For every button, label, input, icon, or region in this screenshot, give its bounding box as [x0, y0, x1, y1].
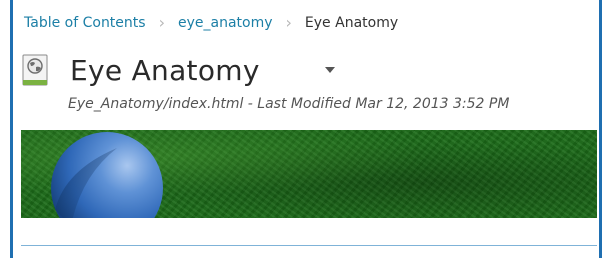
breadcrumb-current: Eye Anatomy — [304, 15, 399, 31]
frame-left-border — [10, 0, 13, 258]
eyeball-sphere-graphic — [51, 132, 163, 218]
breadcrumb-link-eye-anatomy[interactable]: eye_anatomy — [178, 15, 273, 31]
frame-right-border — [599, 0, 602, 258]
page-title: Eye Anatomy — [70, 53, 260, 87]
breadcrumb-separator: › — [285, 13, 292, 32]
web-page-icon — [22, 54, 48, 86]
file-meta: Eye_Anatomy/index.html - Last Modified M… — [68, 96, 510, 112]
section-divider — [21, 245, 597, 246]
title-row: Eye Anatomy — [22, 50, 338, 90]
breadcrumb-separator: › — [158, 13, 165, 32]
content-frame: Table of Contents › eye_anatomy › Eye An… — [0, 0, 606, 258]
caret-down-icon[interactable] — [322, 62, 338, 78]
breadcrumb-link-table-of-contents[interactable]: Table of Contents — [24, 15, 146, 31]
content-banner-image — [21, 130, 597, 218]
breadcrumb: Table of Contents › eye_anatomy › Eye An… — [24, 12, 398, 34]
